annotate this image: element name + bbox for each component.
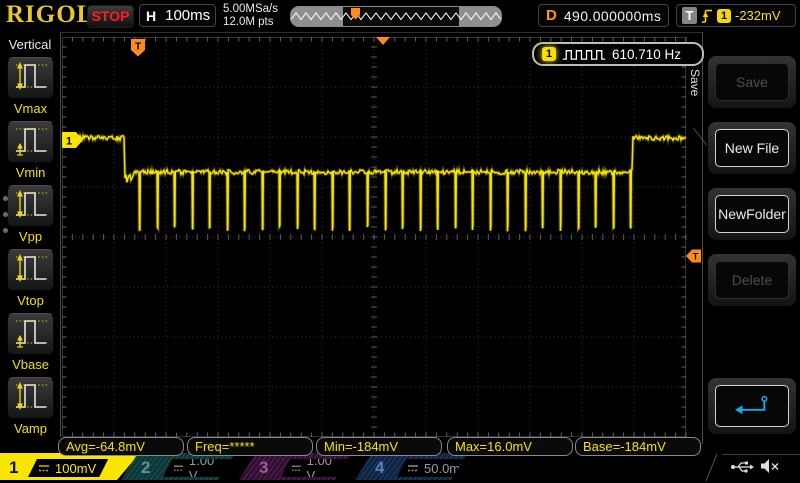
measurement-freq[interactable]: Freq=***** [187,437,313,456]
channel-1-scale: 100mV [28,459,108,477]
trigger-status-box[interactable]: T 1 -232mV [676,4,796,27]
memory-depth: 12.0M pts [223,16,278,29]
page-indicator-dot [3,228,8,233]
vbase-icon [11,314,51,355]
channel-2-status[interactable]: 2 1.00 V [121,453,235,480]
channel-4-scale: 50.0mV [397,459,481,477]
channel-1-status[interactable]: 1 100mV [0,453,140,480]
frequency-counter: 1 610.710 Hz [532,42,704,66]
menu-item-vtop[interactable]: Vtop [7,249,54,308]
measurement-base[interactable]: Base=-184mV [575,437,701,456]
measurement-max[interactable]: Max=16.0mV [447,437,573,456]
return-arrow-icon [733,394,771,418]
vmin-label: Vmin [7,165,54,180]
vtop-icon [11,250,51,291]
header-bar: RIGOL STOP H 100ms 5.00MSa/s 12.0M pts D… [0,0,800,33]
overview-trace [291,13,501,20]
counter-value: 610.710 Hz [612,47,681,62]
delay-value: 490.000000ms [564,8,661,24]
sample-rate: 5.00MSa/s [223,3,278,16]
waveform-overview-strip[interactable] [290,6,502,27]
channel-2-scale: 1.00 V [163,459,235,477]
delay-label: D [546,7,557,24]
delay-box[interactable]: D 490.000000ms [538,4,669,27]
delete-button[interactable]: Delete [708,254,796,306]
corner-divider [722,454,800,455]
square-wave-icon [562,48,606,61]
rigol-logo: RIGOL [6,1,94,29]
save-button[interactable]: Save [708,56,796,108]
vpp-label: Vpp [7,229,54,244]
left-measure-menu: Vertical Vmax Vmin Vpp Vtop [0,32,61,437]
dc-coupling-icon [407,463,419,473]
measurement-min[interactable]: Min=-184mV [316,437,442,456]
trigger-level-label: T [693,252,699,262]
new-file-button-label: New File [725,140,779,156]
new-folder-button[interactable]: NewFolder [708,188,796,240]
menu-item-vmax[interactable]: Vmax [7,57,54,116]
menu-item-vbase[interactable]: Vbase [7,313,54,372]
vmax-label: Vmax [7,101,54,116]
horizontal-center-marker [376,37,390,45]
vmax-icon [11,58,51,99]
channel-status-bar: 1 100mV 2 1.00 V 3 1.00 V [0,453,800,480]
right-soft-menu: Save Save New File NewFolder Delete [702,32,800,444]
graticule [62,37,686,437]
vamp-icon [11,378,51,419]
channel-1-marker-label: 1 [66,136,72,148]
page-indicator-dot [3,212,8,217]
speaker-muted-icon [760,458,780,474]
horizontal-timebase-box[interactable]: H 100ms [139,4,216,27]
corner-diagonal [706,454,718,481]
vamp-label: Vamp [7,421,54,436]
back-button[interactable] [708,378,796,434]
menu-item-vpp[interactable]: Vpp [7,185,54,244]
measurement-avg[interactable]: Avg=-64.8mV [58,437,184,456]
trigger-position-label: T [135,42,141,53]
save-button-label: Save [736,74,768,90]
acquisition-info: 5.00MSa/s 12.0M pts [223,3,278,29]
horizontal-label: H [146,8,156,24]
channel-2-number: 2 [141,458,150,478]
usb-icon [730,459,754,474]
vbase-label: Vbase [7,357,54,372]
dc-coupling-icon [38,463,50,473]
trigger-label: T [682,7,697,24]
menu-item-vamp[interactable]: Vamp [7,377,54,436]
menu-title: Vertical [0,37,60,52]
trigger-level-value: -232mV [735,8,781,23]
channel-3-scale: 1.00 V [281,459,352,477]
new-folder-button-label: NewFolder [718,206,786,222]
vtop-label: Vtop [7,293,54,308]
dc-coupling-icon [173,463,184,473]
channel-4-status[interactable]: 4 50.0mV [355,453,468,480]
page-indicator-dot [3,196,8,201]
vmin-icon [11,122,51,163]
menu-item-vmin[interactable]: Vmin [7,121,54,180]
channel-3-status[interactable]: 3 1.00 V [239,453,352,480]
overview-waveform [291,7,501,26]
rising-edge-icon [701,8,713,24]
channel-1-number: 1 [9,458,18,478]
run-state-badge[interactable]: STOP [87,5,134,28]
vpp-icon [11,186,51,227]
counter-source-badge: 1 [542,47,556,61]
trigger-source-badge: 1 [717,9,731,23]
channel-4-number: 4 [375,458,384,478]
delete-button-label: Delete [732,272,772,288]
channel-3-number: 3 [259,458,268,478]
timebase-value: 100ms [165,7,210,24]
new-file-button[interactable]: New File [708,122,796,174]
scope-display: 1 T T [62,37,702,437]
dc-coupling-icon [291,463,302,473]
